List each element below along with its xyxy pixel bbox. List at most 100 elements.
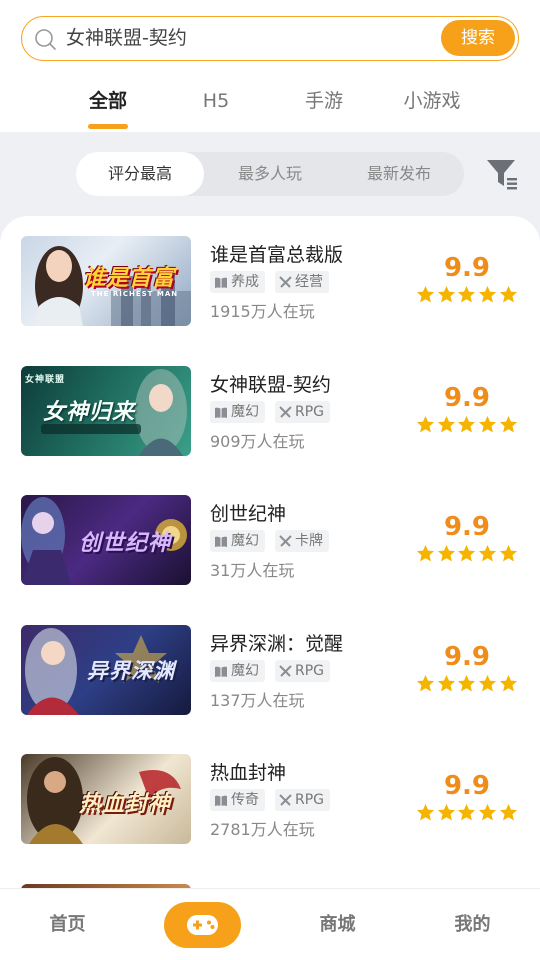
star-icon <box>499 803 517 821</box>
thumbnail-title: 创世纪神 <box>79 531 172 556</box>
rating-score: 9.9 <box>443 771 491 801</box>
genre-tag: 传奇 <box>210 789 265 811</box>
tab-h5[interactable]: H5 <box>166 82 266 120</box>
active-tab-indicator <box>88 124 128 129</box>
star-icon <box>458 803 476 821</box>
search-bar[interactable]: 搜索 <box>21 16 519 61</box>
game-tags: 养成 经营 <box>210 271 339 293</box>
star-icon <box>458 285 476 303</box>
thumbnail-title: 女神归来 <box>43 400 136 425</box>
game-thumbnail: 异界深渊 <box>21 625 191 715</box>
rating-stars <box>416 285 518 305</box>
swords-icon <box>279 665 292 677</box>
genre-tag: 魔幻 <box>210 660 265 682</box>
game-name: 异界深渊：觉醒 <box>210 633 344 655</box>
star-icon <box>416 674 435 692</box>
star-icon <box>499 415 517 433</box>
game-tags: 传奇 RPG <box>210 789 340 811</box>
star-icon <box>437 415 455 433</box>
swords-icon <box>279 794 292 806</box>
nav-profile[interactable]: 我的 <box>405 889 540 960</box>
star-icon <box>458 674 476 692</box>
tab-label: 小游戏 <box>403 90 461 112</box>
search-input[interactable] <box>66 17 426 59</box>
swords-icon <box>279 535 292 547</box>
list-item[interactable]: 女神联盟 女神归来 女神联盟-契约 魔幻 RPG 909万人在玩 9.9 <box>0 366 540 456</box>
list-item[interactable]: 谁是首富 THE RICHEST MAN 谁是首富总裁版 养成 经营 1915万人… <box>0 236 540 326</box>
star-icon <box>458 415 476 433</box>
star-icon <box>437 544 455 562</box>
player-count: 31万人在玩 <box>210 561 295 580</box>
rating-score: 9.9 <box>443 512 491 542</box>
gamepad-icon <box>187 915 218 935</box>
thumbnail-title: 热血封神 <box>79 792 172 817</box>
type-tag: RPG <box>275 660 331 682</box>
list-item[interactable]: 创世纪神 创世纪神 魔幻 卡牌 31万人在玩 9.9 <box>0 495 540 585</box>
game-thumbnail: 热血封神 <box>21 754 191 844</box>
book-icon <box>215 407 227 418</box>
star-icon <box>479 803 497 821</box>
tab-mobile-games[interactable]: 手游 <box>274 82 374 120</box>
rating-score: 9.9 <box>443 383 491 413</box>
thumbnail-title: 异界深渊 <box>87 659 175 683</box>
star-icon <box>416 285 435 303</box>
type-tag: RPG <box>275 401 331 423</box>
nav-home[interactable]: 首页 <box>0 889 135 960</box>
game-name: 谁是首富总裁版 <box>210 244 344 266</box>
category-tabs: 全部 H5 手游 小游戏 <box>0 82 540 130</box>
type-tag: RPG <box>275 789 331 811</box>
star-icon <box>416 544 435 562</box>
tab-label: 全部 <box>88 90 127 112</box>
game-tags: 魔幻 卡牌 <box>210 530 339 552</box>
star-icon <box>458 544 476 562</box>
rating-stars <box>416 803 518 823</box>
game-thumbnail: 创世纪神 <box>21 495 191 585</box>
list-item[interactable]: 异界深渊 异界深渊：觉醒 魔幻 RPG 137万人在玩 9.9 <box>0 625 540 715</box>
type-tag: 经营 <box>275 271 329 293</box>
book-icon <box>215 666 227 677</box>
game-list: 谁是首富 THE RICHEST MAN 谁是首富总裁版 养成 经营 1915万人… <box>0 216 540 896</box>
sort-segmented-control: 评分最高 最多人玩 最新发布 <box>76 152 464 196</box>
player-count: 137万人在玩 <box>210 691 305 710</box>
tab-mini-games[interactable]: 小游戏 <box>382 82 482 120</box>
star-icon <box>437 674 455 692</box>
book-icon <box>215 536 227 547</box>
tab-label: 手游 <box>304 90 343 112</box>
sort-top-rated[interactable]: 评分最高 <box>76 152 204 196</box>
player-count: 1915万人在玩 <box>210 302 315 321</box>
star-icon <box>479 674 497 692</box>
list-item[interactable]: 热血封神 热血封神 传奇 RPG 2781万人在玩 9.9 <box>0 754 540 844</box>
genre-tag: 魔幻 <box>210 530 265 552</box>
game-name: 女神联盟-契约 <box>210 374 331 396</box>
game-thumbnail: 谁是首富 THE RICHEST MAN <box>21 236 191 326</box>
tab-all[interactable]: 全部 <box>58 82 158 129</box>
star-icon <box>437 803 455 821</box>
filter-icon[interactable] <box>484 156 520 192</box>
bottom-nav: 首页 商城 我的 <box>0 888 540 960</box>
star-icon <box>499 544 517 562</box>
rating-score: 9.9 <box>443 253 491 283</box>
genre-tag: 养成 <box>210 271 265 293</box>
top-header: 搜索 全部 H5 手游 小游戏 <box>0 0 540 132</box>
star-icon <box>416 803 435 821</box>
star-icon <box>479 544 497 562</box>
swords-icon <box>279 276 292 288</box>
star-icon <box>479 285 497 303</box>
nav-games[interactable] <box>164 902 241 948</box>
star-icon <box>499 285 517 303</box>
nav-store[interactable]: 商城 <box>270 889 405 960</box>
star-icon <box>437 285 455 303</box>
book-icon <box>215 277 227 288</box>
thumbnail-subtitle: THE RICHEST MAN <box>91 290 179 298</box>
player-count: 2781万人在玩 <box>210 820 315 839</box>
rating-score: 9.9 <box>443 642 491 672</box>
search-icon <box>35 29 56 50</box>
game-thumbnail: 女神联盟 女神归来 <box>21 366 191 456</box>
sort-most-played[interactable]: 最多人玩 <box>206 152 334 196</box>
sort-newest[interactable]: 最新发布 <box>335 152 463 196</box>
game-name: 创世纪神 <box>210 503 287 525</box>
game-tags: 魔幻 RPG <box>210 401 340 423</box>
swords-icon <box>279 406 292 418</box>
search-button[interactable]: 搜索 <box>441 20 515 56</box>
star-icon <box>416 415 435 433</box>
